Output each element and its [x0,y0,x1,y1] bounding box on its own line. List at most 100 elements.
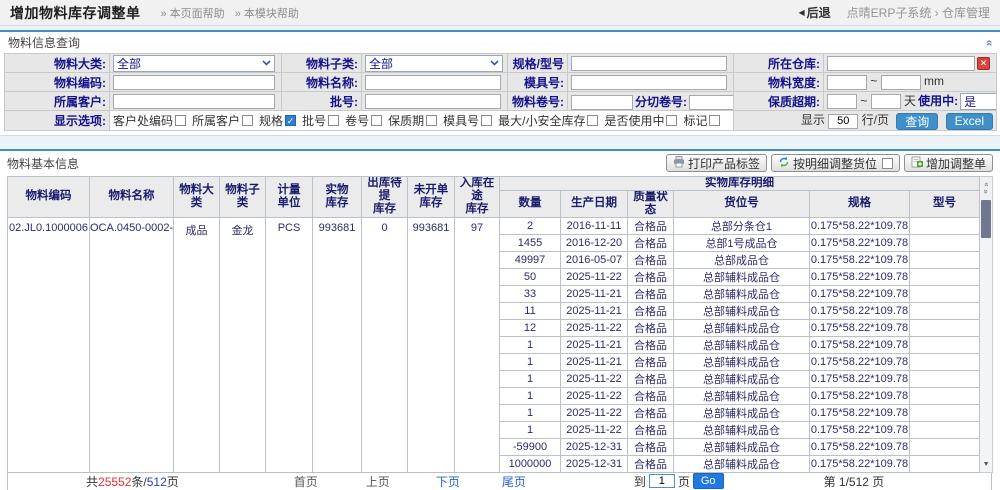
name-label: 物料名称: [282,73,362,92]
batch-label: 批号: [282,92,362,111]
shelf-max-input[interactable] [871,94,901,109]
checkbox[interactable] [175,115,186,126]
goto-page-input[interactable] [649,474,675,488]
back-button[interactable]: ◀后退 [798,4,830,21]
tilde: ~ [860,94,867,108]
column-header: 型号 [910,190,980,217]
checkbox[interactable] [371,115,382,126]
page-size-prefix: 显示 [801,113,825,127]
module-help-link[interactable]: » 本模块帮助 [235,5,299,21]
checkbox[interactable] [328,115,339,126]
detail-quantity: 1 [500,404,561,421]
subcategory-select[interactable]: 全部 [365,55,503,72]
add-document-icon [911,156,923,171]
display-options-row: 客户处编码所属客户规格✓批号卷号保质期模具号最大/小安全库存是否使用中标记 [110,111,734,130]
width-min-input[interactable] [827,75,867,90]
category-select[interactable]: 全部 [113,55,275,72]
inuse-select[interactable]: 是 [960,93,996,110]
detail-location: 总部辅料成品仓 [674,421,810,438]
prev-page-link[interactable]: 上页 [366,473,390,490]
detail-quality-status: 合格品 [628,421,674,438]
material-name: OCA.0450-0002-A [90,217,174,472]
warehouse-input[interactable] [827,56,975,71]
checkbox[interactable] [666,115,677,126]
results-titlebar: 物料基本信息 打印产品标签 按明细调整货位 增加调整单 [0,151,1000,176]
detail-production-date: 2025-11-21 [561,353,628,370]
checkbox[interactable] [481,115,492,126]
detail-model [910,353,980,370]
detail-location: 总部辅料成品仓 [674,387,810,404]
detail-model [910,421,980,438]
page-size-input[interactable] [828,114,858,129]
material-inbound-transit: 97 [455,217,500,472]
adjust-location-checkbox[interactable] [882,158,893,169]
scrollbar-arrows[interactable]: »» [980,177,992,199]
material-outbound-pending: 0 [362,217,408,472]
checkbox[interactable] [242,115,253,126]
detail-spec: 0.175*58.22*109.78 [810,387,910,404]
name-input[interactable] [365,75,501,90]
display-option: 是否使用中 [604,112,677,129]
detail-quantity: -59900 [500,438,561,455]
first-page-link[interactable]: 首页 [294,473,318,490]
print-product-label-button[interactable]: 打印产品标签 [666,154,767,172]
query-button[interactable]: 查询 [896,113,938,130]
detail-production-date: 2025-11-22 [561,319,628,336]
column-header: 货位号 [674,190,810,217]
detail-quality-status: 合格品 [628,268,674,285]
scrollbar-track[interactable] [980,239,992,458]
spec-label: 规格/型号 [508,54,568,73]
width-max-input[interactable] [881,75,921,90]
last-page-link[interactable]: 尾页 [502,473,526,490]
detail-quality-status: 合格品 [628,404,674,421]
detail-quantity: 11 [500,302,561,319]
next-page-link[interactable]: 下页 [436,473,460,490]
shelf-unit: 天 [904,94,916,108]
detail-model [910,268,980,285]
add-adjustment-order-button[interactable]: 增加调整单 [904,154,993,172]
detail-location: 总部辅料成品仓 [674,438,810,455]
checkbox[interactable] [587,115,598,126]
chevron-down-icon [262,60,271,66]
excel-button[interactable]: Excel [946,113,993,130]
material-search-panel: 物料信息查询 » 物料大类: 全部 物料子类: 全部 规格/型号 所在仓库: ✕… [0,30,1000,136]
detail-location: 总部辅料成品仓 [674,404,810,421]
mold-input[interactable] [571,75,727,90]
column-header: 规格 [810,190,910,217]
detail-model [910,285,980,302]
checkbox[interactable] [709,115,720,126]
scroll-down-arrow-icon[interactable]: ▼ [980,458,992,472]
adjust-location-by-detail-button[interactable]: 按明细调整货位 [771,154,900,172]
scroll-down-icon[interactable]: » [983,189,990,193]
roll-input[interactable] [571,95,633,110]
material-table: 物料编码物料名称物料大类物料子类计量 单位实物 库存出库待提 库存未开单 库存入… [7,176,980,473]
printer-icon [673,156,685,171]
scrollbar-thumb[interactable] [981,200,991,238]
detail-production-date: 2025-11-22 [561,387,628,404]
page-help-link[interactable]: » 本页面帮助 [161,5,225,21]
slit-roll-input[interactable] [689,95,734,110]
checkbox[interactable] [426,115,437,126]
shelf-min-input[interactable] [827,94,857,109]
batch-input[interactable] [365,94,501,109]
detail-production-date: 2016-12-20 [561,234,628,251]
inuse-label: 使用中: [918,94,958,108]
roll-label: 物料卷号: [508,92,568,111]
breadcrumb: 点晴ERP子系统 › 仓库管理 [847,4,990,21]
page-size-suffix: 行/页 [862,113,889,127]
customer-input[interactable] [113,94,275,109]
checkbox[interactable]: ✓ [285,115,296,126]
detail-spec: 0.175*58.22*109.78 [810,251,910,268]
collapse-panel-icon[interactable]: » [982,39,996,46]
vertical-scrollbar[interactable]: »» ▼ [980,176,993,473]
detail-production-date: 2016-05-07 [561,251,628,268]
go-button[interactable]: Go [693,473,724,489]
clear-warehouse-icon[interactable]: ✕ [977,57,990,70]
page-indicator: 第 1/512 页 [824,473,885,490]
tilde: ~ [870,74,877,88]
code-input[interactable] [113,75,275,90]
refresh-arrows-icon [778,156,790,171]
warehouse-label: 所在仓库: [734,54,824,73]
spec-input[interactable] [571,56,727,71]
scroll-up-icon[interactable]: » [983,182,990,186]
